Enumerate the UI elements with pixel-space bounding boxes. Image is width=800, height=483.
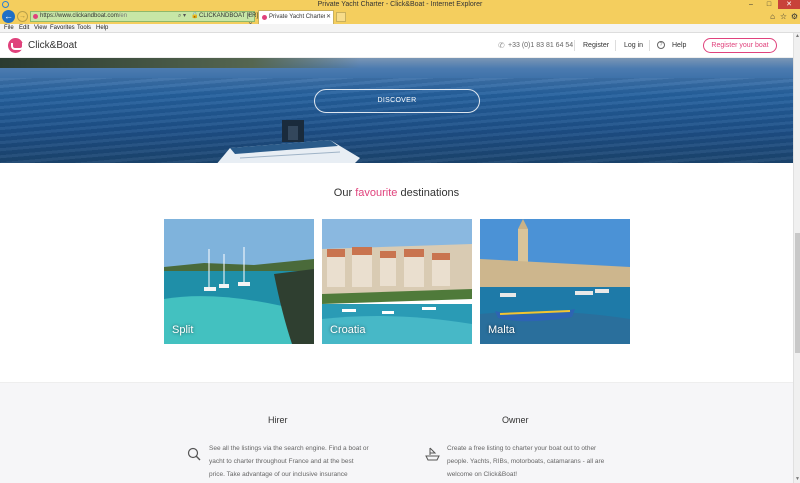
destinations-title-prefix: Our <box>333 187 353 199</box>
destination-card-croatia[interactable]: Croatia <box>322 219 472 344</box>
register-boat-button[interactable]: Register your boat <box>703 38 777 53</box>
owner-description: Create a free listing to charter your bo… <box>447 445 605 478</box>
tab-title: Private Yacht Charter - Clic... <box>269 14 325 20</box>
crown-logo-icon[interactable] <box>8 38 24 53</box>
discover-button[interactable]: DISCOVER <box>314 89 480 113</box>
destinations-title-suffix: destinations <box>400 187 460 199</box>
menu-file[interactable]: File <box>4 24 14 32</box>
url-text[interactable]: https://www.clickandboat.com/en <box>40 12 127 21</box>
destinations-title-highlight: favourite <box>355 187 398 199</box>
help-icon[interactable]: ? <box>657 41 665 49</box>
minimize-button[interactable]: – <box>742 0 760 9</box>
phone-icon: ✆ <box>498 41 505 50</box>
hirer-description: See all the listings via the search engi… <box>209 445 369 478</box>
header-divider <box>615 40 616 51</box>
hero-banner: DISCOVER <box>0 58 793 163</box>
home-icon[interactable]: ⌂ <box>768 12 777 21</box>
destination-label: Croatia <box>330 324 366 336</box>
new-tab-button[interactable] <box>336 12 346 22</box>
menu-help[interactable]: Help <box>96 24 108 32</box>
destinations-title: Our favourite destinations <box>0 187 793 199</box>
scroll-down-arrow-icon[interactable]: ▼ <box>794 476 800 483</box>
address-bar[interactable]: https://www.clickandboat.com/en ⌕ ▾ 🔒 CL… <box>30 11 258 28</box>
menu-view[interactable]: View <box>34 24 47 32</box>
tab-close-icon[interactable]: ✕ <box>326 11 331 24</box>
close-window-button[interactable]: ✕ <box>778 0 800 9</box>
maximize-button[interactable]: □ <box>760 0 778 9</box>
back-button[interactable]: ← <box>2 10 15 23</box>
site-logo[interactable]: Click&Boat <box>28 40 77 51</box>
window-title: Private Yacht Charter - Click&Boat - Int… <box>317 1 483 8</box>
header-divider <box>574 40 575 51</box>
tab-favicon-icon <box>262 15 267 20</box>
destination-label: Malta <box>488 324 515 336</box>
gear-icon[interactable]: ⚙ <box>790 12 799 21</box>
destination-label: Split <box>172 324 194 336</box>
menu-bar: File Edit View Favorites Tools Help <box>0 24 800 33</box>
menu-edit[interactable]: Edit <box>19 24 29 32</box>
menu-favorites[interactable]: Favorites <box>50 24 75 32</box>
browser-tab-active[interactable]: Private Yacht Charter - Clic... ✕ <box>258 10 334 24</box>
page-scrollbar[interactable]: ▲ ▼ <box>793 33 800 483</box>
login-link[interactable]: Log in <box>624 42 643 49</box>
scrollbar-thumb[interactable] <box>795 233 800 353</box>
browser-nav-bar: ← → https://www.clickandboat.com/en ⌕ ▾ … <box>0 9 800 28</box>
lock-icon[interactable]: 🔒 <box>191 12 198 21</box>
address-search-icon[interactable]: ⌕ ▾ <box>178 12 186 21</box>
site-favicon-icon <box>33 14 38 19</box>
favorites-star-icon[interactable]: ☆ <box>779 12 788 21</box>
scroll-up-arrow-icon[interactable]: ▲ <box>794 33 800 40</box>
hero-shoreline <box>0 58 360 68</box>
phone-number[interactable]: +33 (0)1 83 81 64 54 <box>508 42 573 49</box>
window-title-bar: Private Yacht Charter - Click&Boat - Int… <box>0 0 800 9</box>
header-divider <box>649 40 650 51</box>
hirer-title: Hirer <box>268 415 288 425</box>
url-path: /en <box>118 13 128 19</box>
hero-boat-image <box>217 120 360 163</box>
destination-card-malta[interactable]: Malta <box>480 219 630 344</box>
menu-tools[interactable]: Tools <box>77 24 91 32</box>
forward-button[interactable]: → <box>17 11 28 22</box>
site-header: Click&Boat ✆ +33 (0)1 83 81 64 54 Regist… <box>0 33 800 58</box>
destination-card-split[interactable]: Split <box>164 219 314 344</box>
help-link[interactable]: Help <box>672 42 686 49</box>
boat-icon <box>425 447 440 461</box>
owner-title: Owner <box>502 415 529 425</box>
url-host: https://www.clickandboat.com <box>40 13 119 19</box>
register-link[interactable]: Register <box>583 42 609 49</box>
info-section <box>0 382 793 483</box>
search-icon <box>187 447 201 461</box>
